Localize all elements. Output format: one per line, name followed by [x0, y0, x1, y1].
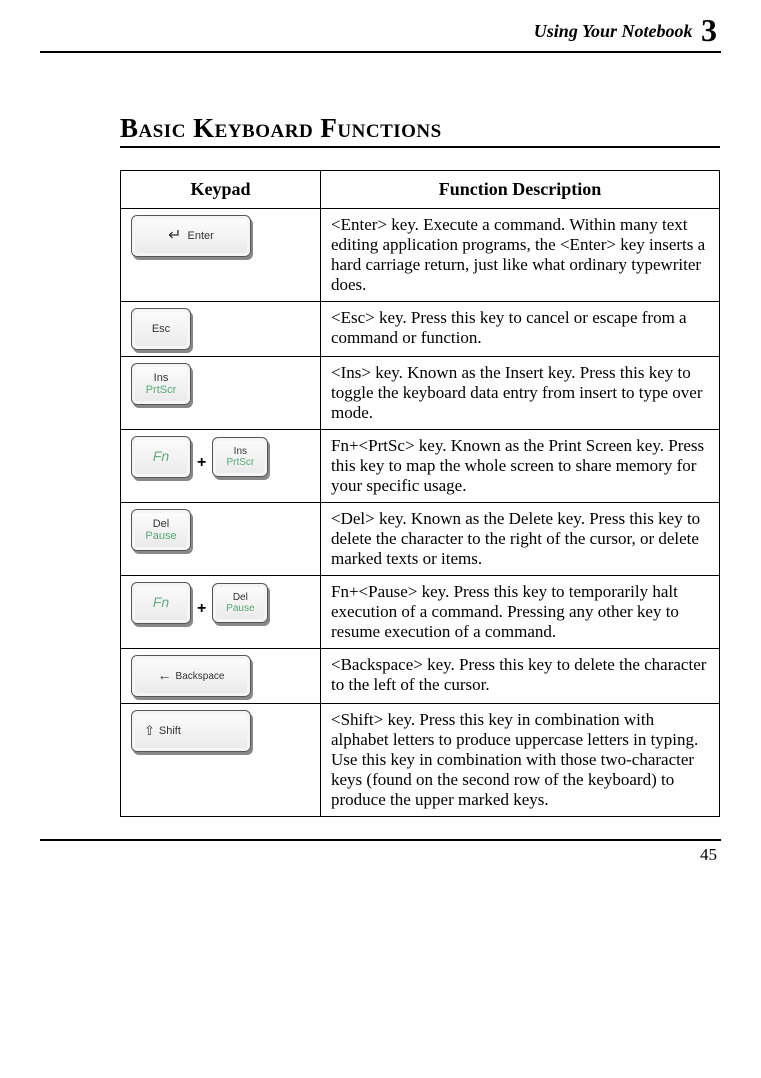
table-row: Esc <Esc> key. Press this key to cancel …: [121, 302, 720, 357]
content-area: Basic Keyboard Functions Keypad Function…: [120, 113, 720, 817]
fn-key-icon: Fn: [131, 582, 191, 624]
keypad-cell: ← Backspace: [121, 649, 321, 704]
table-row: Ins PrtScr <Ins> key. Known as the Inser…: [121, 357, 720, 430]
ins-label: Ins: [234, 446, 247, 457]
del-key-icon: Del Pause: [131, 509, 191, 551]
header-keypad: Keypad: [121, 171, 321, 209]
keypad-cell: Del Pause: [121, 503, 321, 576]
enter-key-label: Enter: [188, 230, 214, 242]
table-row: Fn + Ins PrtScr Fn+<PrtSc> key. Known as…: [121, 430, 720, 503]
desc-cell: <Esc> key. Press this key to cancel or e…: [321, 302, 720, 357]
keypad-cell: ↵ Enter: [121, 209, 321, 302]
fn-key-icon: Fn: [131, 436, 191, 478]
table-row: ↵ Enter <Enter> key. Execute a command. …: [121, 209, 720, 302]
page-number: 45: [40, 845, 721, 865]
ins-label: Ins: [154, 372, 169, 384]
bottom-rule: [40, 839, 721, 841]
keypad-cell: Esc: [121, 302, 321, 357]
desc-cell: <Del> key. Known as the Delete key. Pres…: [321, 503, 720, 576]
del-label: Del: [153, 518, 170, 530]
desc-cell: <Backspace> key. Press this key to delet…: [321, 649, 720, 704]
desc-cell: Fn+<PrtSc> key. Known as the Print Scree…: [321, 430, 720, 503]
desc-cell: Fn+<Pause> key. Press this key to tempor…: [321, 576, 720, 649]
table-row: ← Backspace <Backspace> key. Press this …: [121, 649, 720, 704]
shift-key-icon: ⇧ Shift: [131, 710, 251, 752]
desc-cell: <Shift> key. Press this key in combinati…: [321, 704, 720, 817]
esc-key-label: Esc: [152, 323, 170, 335]
fn-label: Fn: [153, 595, 169, 610]
table-row: Fn + Del Pause Fn+<Pause> key. Press thi…: [121, 576, 720, 649]
key-combo: Fn + Ins PrtScr: [131, 436, 310, 478]
keypad-cell: Fn + Ins PrtScr: [121, 430, 321, 503]
backspace-arrow-icon: ←: [158, 668, 172, 683]
del-pause-key-icon: Del Pause: [212, 583, 268, 623]
table-row: ⇧ Shift <Shift> key. Press this key in c…: [121, 704, 720, 817]
section-title: Basic Keyboard Functions: [120, 113, 720, 148]
running-head: Using Your Notebook 3: [40, 12, 721, 49]
keyboard-functions-table: Keypad Function Description ↵ Enter <Ent…: [120, 170, 720, 817]
prtscr-label: PrtScr: [226, 457, 254, 468]
del-label: Del: [233, 592, 248, 603]
backspace-label: Backspace: [176, 671, 225, 682]
top-rule: [40, 51, 721, 53]
esc-key-icon: Esc: [131, 308, 191, 350]
desc-cell: <Enter> key. Execute a command. Within m…: [321, 209, 720, 302]
page: Using Your Notebook 3 Basic Keyboard Fun…: [0, 0, 761, 885]
table-header-row: Keypad Function Description: [121, 171, 720, 209]
enter-key-icon: ↵ Enter: [131, 215, 251, 257]
shift-label: Shift: [159, 725, 181, 737]
shift-arrow-icon: ⇧: [144, 724, 155, 738]
enter-arrow-icon: ↵: [168, 228, 181, 244]
pause-label: Pause: [226, 603, 254, 614]
prtscr-label: PrtScr: [146, 384, 177, 396]
chapter-number: 3: [701, 12, 717, 48]
ins-key-icon: Ins PrtScr: [131, 363, 191, 405]
plus-icon: +: [197, 454, 206, 472]
header-desc: Function Description: [321, 171, 720, 209]
keypad-cell: ⇧ Shift: [121, 704, 321, 817]
table-row: Del Pause <Del> key. Known as the Delete…: [121, 503, 720, 576]
keypad-cell: Ins PrtScr: [121, 357, 321, 430]
keypad-cell: Fn + Del Pause: [121, 576, 321, 649]
fn-label: Fn: [153, 449, 169, 464]
running-head-text: Using Your Notebook: [534, 21, 693, 41]
desc-cell: <Ins> key. Known as the Insert key. Pres…: [321, 357, 720, 430]
key-combo: Fn + Del Pause: [131, 582, 310, 624]
plus-icon: +: [197, 600, 206, 618]
backspace-key-icon: ← Backspace: [131, 655, 251, 697]
pause-label: Pause: [145, 530, 176, 542]
ins-prtscr-key-icon: Ins PrtScr: [212, 437, 268, 477]
